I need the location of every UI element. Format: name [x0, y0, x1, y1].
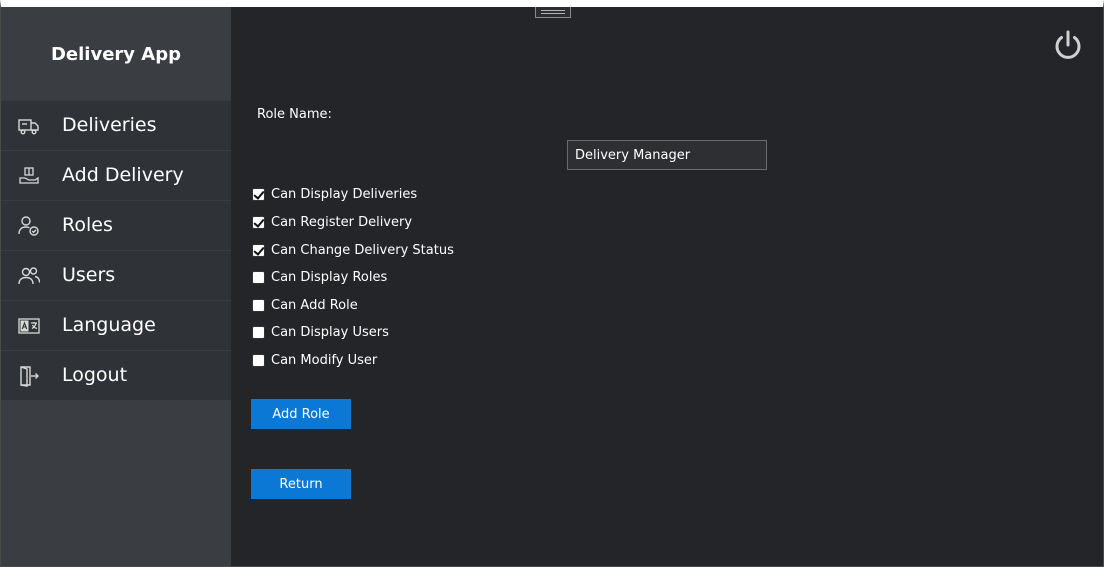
- permission-label: Can Display Roles: [271, 269, 388, 285]
- permission-label: Can Change Delivery Status: [271, 242, 454, 258]
- permission-add-role[interactable]: Can Add Role: [252, 296, 358, 314]
- add-role-button[interactable]: Add Role: [251, 399, 351, 429]
- permission-label: Can Display Users: [271, 324, 389, 340]
- permission-display-users[interactable]: Can Display Users: [252, 323, 389, 341]
- permission-checkbox[interactable]: [252, 298, 265, 312]
- permission-checkbox[interactable]: [252, 243, 265, 257]
- permission-label: Can Register Delivery: [271, 214, 413, 230]
- permission-checkbox[interactable]: [252, 187, 265, 201]
- sidebar-item-label: Deliveries: [62, 114, 157, 136]
- permission-checkbox[interactable]: [252, 325, 265, 339]
- sidebar-item-language[interactable]: Language: [1, 301, 231, 351]
- permission-checkbox[interactable]: [252, 215, 265, 229]
- sidebar-item-roles[interactable]: Roles: [1, 201, 231, 251]
- sidebar-item-logout[interactable]: Logout: [1, 351, 231, 401]
- permission-checkbox[interactable]: [252, 270, 265, 284]
- power-icon[interactable]: [1051, 29, 1085, 63]
- app-title: Delivery App: [50, 43, 181, 65]
- sidebar-nav: Deliveries Add Delivery Roles Users Lang…: [1, 101, 231, 401]
- window-drag-handle[interactable]: [535, 7, 571, 18]
- permission-display-roles[interactable]: Can Display Roles: [252, 268, 387, 286]
- sidebar-item-label: Roles: [62, 214, 113, 236]
- add-delivery-icon: [18, 165, 40, 187]
- language-icon: [18, 315, 40, 337]
- sidebar-item-add-delivery[interactable]: Add Delivery: [1, 151, 231, 201]
- sidebar-item-label: Language: [62, 314, 156, 336]
- user-role-icon: [18, 215, 40, 237]
- role-name-input[interactable]: [567, 140, 767, 170]
- permission-display-deliveries[interactable]: Can Display Deliveries: [252, 185, 417, 203]
- sidebar-item-label: Users: [62, 264, 116, 286]
- sidebar-item-users[interactable]: Users: [1, 251, 231, 301]
- permission-label: Can Modify User: [271, 352, 378, 368]
- permission-checkbox[interactable]: [252, 353, 265, 367]
- permission-register-delivery[interactable]: Can Register Delivery: [252, 213, 412, 231]
- permission-label: Can Add Role: [271, 297, 358, 313]
- sidebar-item-label: Add Delivery: [62, 164, 184, 186]
- permission-change-delivery-status[interactable]: Can Change Delivery Status: [252, 241, 454, 259]
- return-button[interactable]: Return: [251, 469, 351, 499]
- users-icon: [18, 265, 40, 287]
- permission-label: Can Display Deliveries: [271, 186, 418, 202]
- permission-modify-user[interactable]: Can Modify User: [252, 351, 377, 369]
- app-window: Delivery App Deliveries Add Delivery Rol…: [0, 0, 1104, 567]
- sidebar-item-label: Logout: [62, 364, 128, 386]
- sidebar: Delivery App Deliveries Add Delivery Rol…: [1, 7, 231, 566]
- role-name-label: Role Name:: [257, 107, 332, 122]
- sidebar-item-deliveries[interactable]: Deliveries: [1, 101, 231, 151]
- truck-icon: [18, 115, 40, 137]
- logout-icon: [18, 365, 40, 387]
